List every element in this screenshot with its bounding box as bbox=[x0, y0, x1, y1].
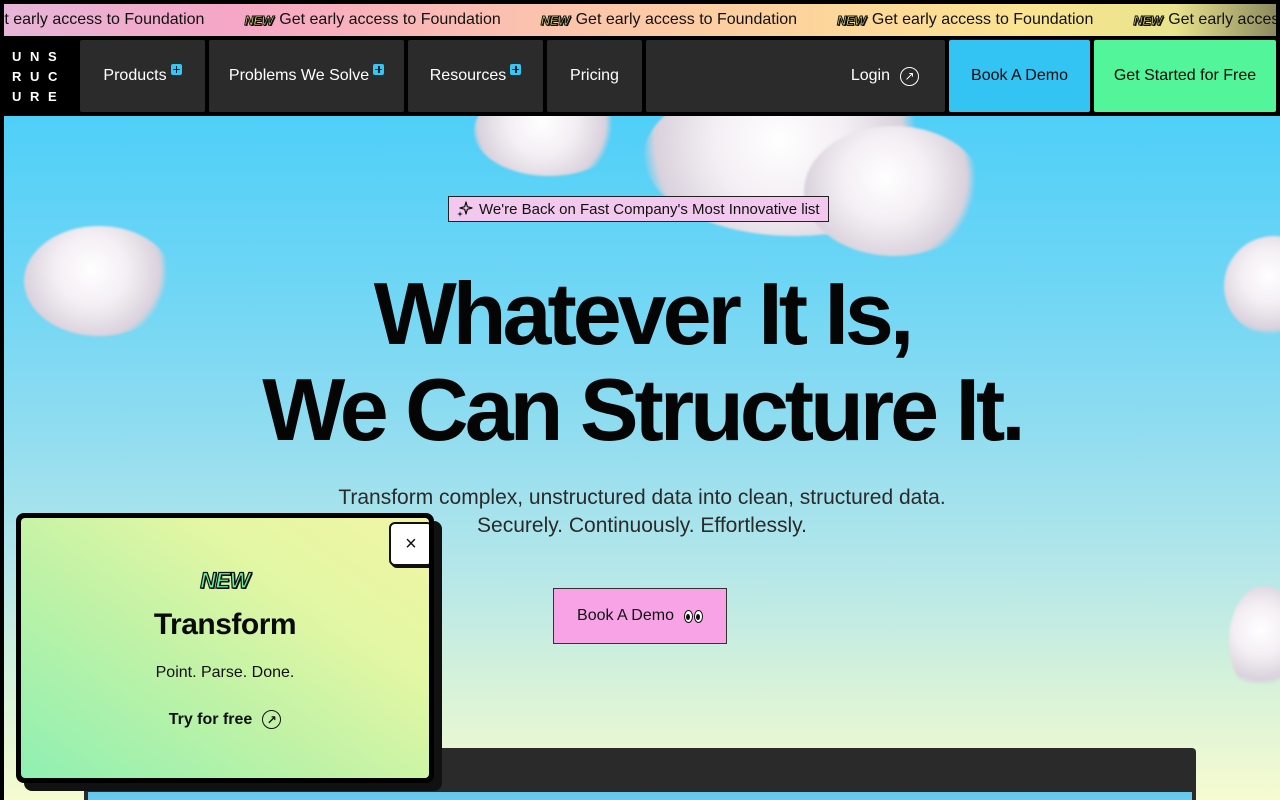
logo-letter: N bbox=[30, 48, 40, 64]
arrow-up-right-circle-icon: ↗ bbox=[262, 710, 282, 729]
cloud-image bbox=[1229, 586, 1280, 696]
nav-products[interactable]: Products bbox=[80, 40, 205, 112]
unstructured-logo[interactable]: U N S R U C U R E bbox=[12, 46, 72, 106]
announcement-text: Get early access to Foundation bbox=[575, 11, 798, 28]
sparkle-icon bbox=[457, 201, 473, 217]
new-badge: NEW bbox=[540, 12, 570, 28]
popup-subtitle: Point. Parse. Done. bbox=[155, 664, 295, 681]
fast-company-badge-text: We're Back on Fast Company's Most Innova… bbox=[479, 200, 820, 218]
product-preview-image bbox=[88, 792, 1192, 800]
popup-title: Transform bbox=[153, 608, 297, 641]
nav-pricing[interactable]: Pricing bbox=[547, 40, 642, 112]
cloud-image bbox=[474, 116, 624, 176]
cloud-image bbox=[804, 126, 984, 256]
popup-new-badge: NEW bbox=[199, 567, 251, 593]
logo-letter: E bbox=[48, 88, 57, 104]
announcement-text: Get early access to Foundation bbox=[1168, 11, 1276, 28]
nav-resources-label: Resources bbox=[429, 67, 507, 84]
logo-letter: S bbox=[48, 48, 57, 64]
announcement-track: Get early access to Foundation NEW Get ea… bbox=[4, 4, 1276, 36]
get-started-label: Get Started for Free bbox=[1113, 67, 1257, 84]
try-for-free-label: Try for free bbox=[168, 710, 253, 728]
main-nav: U N S R U C U R E Products Problems We S… bbox=[0, 38, 1280, 116]
fast-company-badge[interactable]: We're Back on Fast Company's Most Innova… bbox=[448, 196, 829, 222]
announcement-text: Get early access to Foundation bbox=[279, 11, 501, 28]
logo-letter: R bbox=[30, 88, 40, 104]
announcement-text: Get early access to Foundation bbox=[4, 11, 205, 28]
login-button[interactable]: Login ↗ bbox=[646, 40, 945, 112]
nav-book-demo-button[interactable]: Book A Demo bbox=[949, 40, 1090, 112]
new-badge: NEW bbox=[244, 12, 274, 28]
announcement-track-container: Get early access to Foundation NEW Get ea… bbox=[4, 4, 1276, 36]
logo-letter: U bbox=[12, 48, 22, 64]
new-badge: NEW bbox=[1133, 12, 1163, 28]
get-started-button[interactable]: Get Started for Free bbox=[1094, 40, 1276, 112]
nav-resources[interactable]: Resources bbox=[408, 40, 543, 112]
announcement-bar[interactable]: Get early access to Foundation NEW Get ea… bbox=[0, 0, 1280, 38]
close-icon: × bbox=[405, 532, 417, 555]
try-for-free-link[interactable]: Try for free ↗ bbox=[21, 710, 429, 729]
announcement-item[interactable]: NEWGet early access to Foundation bbox=[837, 11, 1133, 29]
nav-book-demo-label: Book A Demo bbox=[971, 67, 1068, 84]
logo-letter: C bbox=[48, 68, 58, 84]
nav-pricing-label: Pricing bbox=[570, 67, 619, 84]
logo-letter: R bbox=[12, 68, 22, 84]
eyes-icon bbox=[683, 609, 703, 623]
logo-letter: U bbox=[30, 68, 40, 84]
page: Get early access to Foundation NEW Get ea… bbox=[0, 0, 1280, 800]
announcement-text: Get early access to Foundation bbox=[871, 11, 1094, 28]
announcement-item[interactable]: NEW Get early access to Foundation bbox=[1133, 11, 1276, 29]
transform-promo-popup: NEW Transform Point. Parse. Done. Try fo… bbox=[16, 513, 434, 783]
nav-problems-label: Problems We Solve bbox=[228, 67, 370, 84]
hero-headline-line-2: We Can Structure It. bbox=[262, 360, 1025, 459]
hero-book-demo-label: Book A Demo bbox=[577, 607, 674, 624]
login-label: Login bbox=[850, 67, 890, 84]
nav-products-label: Products bbox=[103, 67, 167, 84]
plus-icon bbox=[510, 63, 522, 75]
logo-letter: U bbox=[12, 88, 22, 104]
new-badge: NEW bbox=[837, 12, 867, 28]
popup-close-button[interactable]: × bbox=[389, 522, 429, 566]
announcement-item[interactable]: NEW Get early access to Foundation bbox=[244, 11, 540, 29]
hero-book-demo-button[interactable]: Book A Demo bbox=[553, 588, 727, 644]
announcement-item[interactable]: NEW Get early access to Foundation bbox=[540, 11, 837, 29]
announcement-item[interactable]: Get early access to Foundation bbox=[4, 11, 244, 29]
plus-icon bbox=[373, 63, 385, 75]
nav-problems-we-solve[interactable]: Problems We Solve bbox=[209, 40, 404, 112]
transform-promo-card: NEW Transform Point. Parse. Done. Try fo… bbox=[21, 518, 429, 778]
plus-icon bbox=[170, 63, 182, 75]
hero-headline-line-1: Whatever It Is, bbox=[373, 264, 915, 363]
arrow-up-right-circle-icon: ↗ bbox=[900, 66, 919, 86]
